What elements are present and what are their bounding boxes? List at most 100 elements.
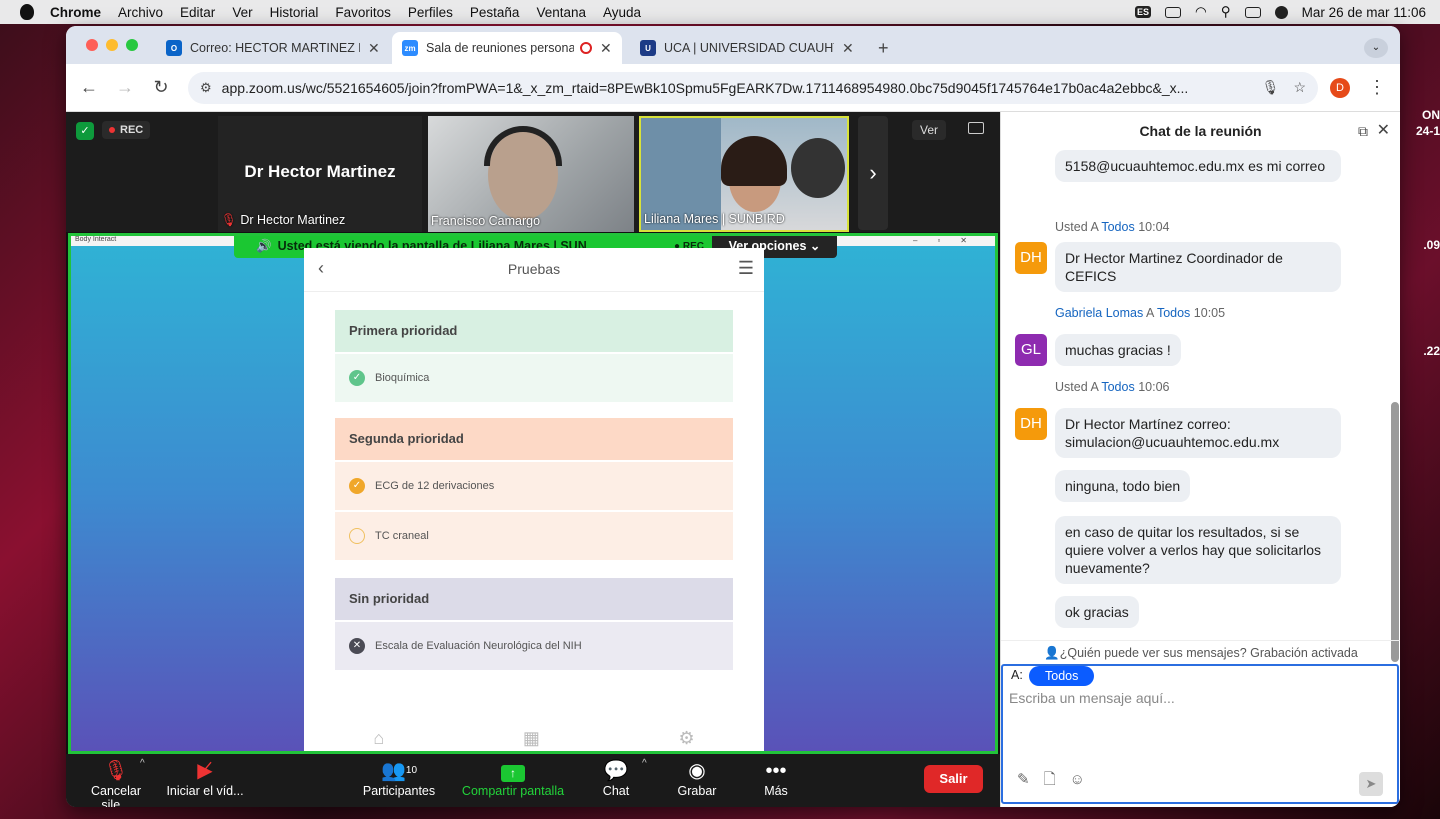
- site-settings-icon[interactable]: ⚙: [200, 80, 212, 96]
- message-recipient[interactable]: Todos: [1157, 306, 1190, 320]
- format-icon[interactable]: ✎: [1017, 771, 1044, 788]
- close-tab-icon[interactable]: ✕: [600, 40, 612, 57]
- send-icon[interactable]: ➤: [1359, 772, 1383, 796]
- leave-button[interactable]: Salir: [924, 765, 983, 793]
- tab-outlook[interactable]: O Correo: HECTOR MARTINEZ F ✕: [156, 32, 390, 64]
- apple-icon[interactable]: [20, 4, 34, 20]
- chat-message[interactable]: 5158@ucuauhtemoc.edu.mx es mi correo: [1055, 150, 1341, 182]
- view-button[interactable]: Ver: [912, 120, 947, 140]
- video-off-icon: ▶̸: [197, 760, 213, 782]
- menu-editar[interactable]: Editar: [180, 5, 215, 20]
- tab-search-chevron-icon[interactable]: ⌄: [1364, 38, 1388, 58]
- menu-pestana[interactable]: Pestaña: [470, 5, 520, 20]
- desktop-text-fragment: .09: [1423, 238, 1440, 252]
- popout-icon[interactable]: ⧉: [1358, 112, 1368, 150]
- chat-message[interactable]: Dr Hector Martínez correo: simulacion@uc…: [1055, 408, 1341, 458]
- meeting-controls: 🎙 Cancelar sile... ^ ▶̸ Iniciar el víd... …: [66, 754, 1000, 807]
- menu-ventana[interactable]: Ventana: [536, 5, 586, 20]
- message-recipient[interactable]: Todos: [1101, 220, 1134, 234]
- minimize-window-button[interactable]: [106, 39, 118, 51]
- control-center-icon[interactable]: [1244, 6, 1261, 18]
- minimize-video-icon[interactable]: [968, 122, 984, 134]
- headset-shape: [484, 126, 562, 166]
- start-video-button[interactable]: ▶̸ Iniciar el víd...: [166, 758, 244, 798]
- menu-favoritos[interactable]: Favoritos: [335, 5, 391, 20]
- forward-icon[interactable]: →: [116, 77, 134, 98]
- menu-perfiles[interactable]: Perfiles: [408, 5, 453, 20]
- menu-ver[interactable]: Ver: [232, 5, 252, 20]
- menu-historial[interactable]: Historial: [270, 5, 319, 20]
- close-tab-icon[interactable]: ✕: [842, 40, 854, 57]
- reload-icon[interactable]: ↻: [152, 77, 170, 98]
- emoji-icon[interactable]: ☺: [1070, 771, 1099, 788]
- next-page-chevron-icon[interactable]: ›: [858, 116, 888, 230]
- wifi-icon[interactable]: ◠: [1195, 4, 1207, 20]
- chat-scrollbar[interactable]: [1391, 402, 1399, 662]
- chat-options-chevron-icon[interactable]: ^: [642, 758, 647, 769]
- address-bar[interactable]: ⚙ app.zoom.us/wc/5521654605/join?fromPWA…: [188, 71, 1318, 104]
- tests-header: ‹ Pruebas ☰: [304, 248, 764, 292]
- participant-tile[interactable]: Dr Hector Martinez 🎙 Dr Hector Martinez: [218, 116, 422, 232]
- chat-message[interactable]: ninguna, todo bien: [1055, 470, 1191, 502]
- menu-ayuda[interactable]: Ayuda: [603, 5, 641, 20]
- microphone-icon[interactable]: 🎙: [1262, 79, 1280, 96]
- more-button[interactable]: ••• Más: [756, 758, 796, 798]
- chat-message[interactable]: ok gracias: [1055, 596, 1139, 628]
- chat-message[interactable]: en caso de quitar los resultados, si se …: [1055, 516, 1341, 584]
- back-icon[interactable]: ←: [80, 77, 98, 98]
- bookmark-star-icon[interactable]: ☆: [1293, 79, 1306, 96]
- participant-tile-active-speaker[interactable]: Liliana Mares | SUNBIRD: [639, 116, 849, 232]
- menubar-clock[interactable]: Mar 26 de mar 11:06: [1302, 5, 1426, 20]
- input-source-indicator[interactable]: ES: [1134, 6, 1151, 18]
- spotlight-search-icon[interactable]: ⚲: [1221, 4, 1231, 20]
- message-composer[interactable]: A: Todos Escriba un mensaje aquí... ✎🗋☺ …: [1001, 664, 1399, 804]
- message-input[interactable]: Escriba un mensaje aquí...: [1009, 690, 1175, 706]
- shared-screen[interactable]: Body Interact –▫✕ 🔊 Usted está viendo la …: [68, 233, 998, 754]
- menu-archivo[interactable]: Archivo: [118, 5, 163, 20]
- tab-uca[interactable]: U UCA | UNIVERSIDAD CUAUHT ✕: [630, 32, 864, 64]
- share-screen-button[interactable]: ↑ Compartir pantalla: [458, 758, 568, 798]
- battery-icon[interactable]: [1165, 6, 1181, 18]
- who-can-see-notice[interactable]: 👤¿Quién puede ver sus mensajes? Grabació…: [1001, 640, 1400, 664]
- participant-tile[interactable]: Francisco Camargo: [428, 116, 634, 232]
- menu-app-name[interactable]: Chrome: [50, 5, 101, 20]
- share-screen-label: Compartir pantalla: [461, 784, 565, 798]
- profile-avatar[interactable]: D: [1330, 77, 1350, 98]
- security-shield-icon[interactable]: ✓: [76, 122, 94, 140]
- participant-name: Liliana Mares | SUNBIRD: [644, 212, 785, 226]
- message-recipient[interactable]: Todos: [1101, 380, 1134, 394]
- calendar-icon[interactable]: ▦: [523, 728, 540, 751]
- participants-button[interactable]: 👥10 Participantes: [362, 758, 436, 798]
- record-icon: ◉: [688, 760, 706, 782]
- close-chat-icon[interactable]: ✕: [1377, 112, 1390, 150]
- share-screen-icon: ↑: [458, 758, 568, 784]
- test-item[interactable]: ✕ Escala de Evaluación Neurológica del NI…: [335, 620, 733, 670]
- chat-message[interactable]: muchas gracias !: [1055, 334, 1181, 366]
- home-icon[interactable]: ⌂: [373, 728, 384, 751]
- tab-zoom[interactable]: zm Sala de reuniones persona ✕: [392, 32, 622, 64]
- unchecked-circle-icon: [349, 528, 365, 544]
- new-tab-icon[interactable]: +: [878, 38, 889, 59]
- test-item[interactable]: TC craneal: [335, 510, 733, 560]
- close-window-button[interactable]: [86, 39, 98, 51]
- hamburger-menu-icon[interactable]: ☰: [738, 258, 754, 279]
- message-sender[interactable]: Gabriela Lomas: [1055, 306, 1143, 320]
- audio-options-chevron-icon[interactable]: ^: [140, 758, 145, 769]
- chat-button[interactable]: 💬 Chat: [596, 758, 636, 798]
- chat-message[interactable]: Dr Hector Martinez Coordinador de CEFICS: [1055, 242, 1341, 292]
- chrome-menu-icon[interactable]: ⋮: [1368, 77, 1386, 98]
- url-text[interactable]: app.zoom.us/wc/5521654605/join?fromPWA=1…: [222, 80, 1248, 96]
- recording-badge[interactable]: REC: [102, 121, 151, 139]
- window-controls: [86, 39, 138, 51]
- siri-icon[interactable]: [1274, 5, 1288, 19]
- record-button[interactable]: ◉ Grabar: [674, 758, 720, 798]
- recipient-selector[interactable]: Todos: [1029, 666, 1095, 686]
- checked-icon: ✓: [349, 478, 365, 494]
- test-item[interactable]: ✓ Bioquímica: [335, 352, 733, 402]
- test-item[interactable]: ✓ ECG de 12 derivaciones: [335, 460, 733, 510]
- file-icon[interactable]: 🗋: [1044, 771, 1070, 788]
- zoom-window-button[interactable]: [126, 39, 138, 51]
- message-meta: Gabriela Lomas A Todos 10:05: [1055, 306, 1225, 320]
- settings-gear-icon[interactable]: ⚙: [679, 728, 695, 751]
- close-tab-icon[interactable]: ✕: [368, 40, 380, 57]
